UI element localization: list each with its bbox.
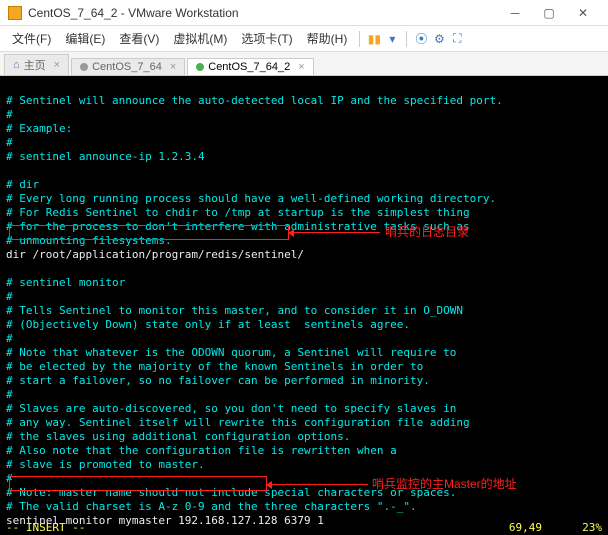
pause-icon[interactable]: ▮▮ <box>366 31 382 47</box>
tab-home[interactable]: ⌂ 主页 × <box>4 54 69 75</box>
separator <box>359 31 360 47</box>
terminal-content: # Sentinel will announce the auto-detect… <box>6 94 602 535</box>
status-dot-icon <box>196 63 204 71</box>
app-icon <box>8 6 22 20</box>
vim-percent: 23% <box>542 521 602 535</box>
tab-label: 主页 <box>24 57 46 73</box>
minimize-button[interactable]: ─ <box>498 3 532 23</box>
tab-centos2-active[interactable]: CentOS_7_64_2 × <box>187 58 313 75</box>
status-line: -- INSERT -- 69,49 23% <box>0 521 608 535</box>
menu-tabs[interactable]: 选项卡(T) <box>235 28 298 49</box>
settings-icon[interactable]: ⚙ <box>431 31 447 47</box>
tab-label: CentOS_7_64 <box>92 61 162 73</box>
home-icon: ⌂ <box>13 59 20 71</box>
menu-help[interactable]: 帮助(H) <box>301 28 354 49</box>
annotation-1: 哨兵的日志目录 <box>385 225 469 239</box>
menu-view[interactable]: 查看(V) <box>113 28 165 49</box>
menu-file[interactable]: 文件(F) <box>6 28 57 49</box>
snapshot-icon[interactable]: ⦿ <box>413 31 429 47</box>
maximize-button[interactable]: ▢ <box>532 3 566 23</box>
menubar: 文件(F) 编辑(E) 查看(V) 虚拟机(M) 选项卡(T) 帮助(H) ▮▮… <box>0 26 608 52</box>
fullscreen-icon[interactable]: ⛶ <box>449 31 465 47</box>
close-icon[interactable]: × <box>54 59 60 71</box>
tab-label: CentOS_7_64_2 <box>208 61 290 73</box>
tabbar: ⌂ 主页 × CentOS_7_64 × CentOS_7_64_2 × <box>0 52 608 76</box>
status-dot-icon <box>80 63 88 71</box>
annotation-2: 哨兵监控的主Master的地址 <box>372 477 517 491</box>
close-icon[interactable]: × <box>170 61 176 73</box>
tab-centos1[interactable]: CentOS_7_64 × <box>71 58 185 75</box>
dropdown-icon[interactable]: ▾ <box>384 31 400 47</box>
arrow-2 <box>268 484 368 485</box>
terminal[interactable]: # Sentinel will announce the auto-detect… <box>0 76 608 535</box>
vim-position: 69,49 <box>462 521 542 535</box>
window-title: CentOS_7_64_2 - VMware Workstation <box>28 6 498 20</box>
vim-mode: -- INSERT -- <box>6 521 462 535</box>
close-button[interactable]: ✕ <box>566 3 600 23</box>
menu-vm[interactable]: 虚拟机(M) <box>167 28 233 49</box>
titlebar: CentOS_7_64_2 - VMware Workstation ─ ▢ ✕ <box>0 0 608 26</box>
separator <box>406 31 407 47</box>
arrow-1 <box>290 232 380 233</box>
menu-edit[interactable]: 编辑(E) <box>59 28 111 49</box>
close-icon[interactable]: × <box>298 61 304 73</box>
